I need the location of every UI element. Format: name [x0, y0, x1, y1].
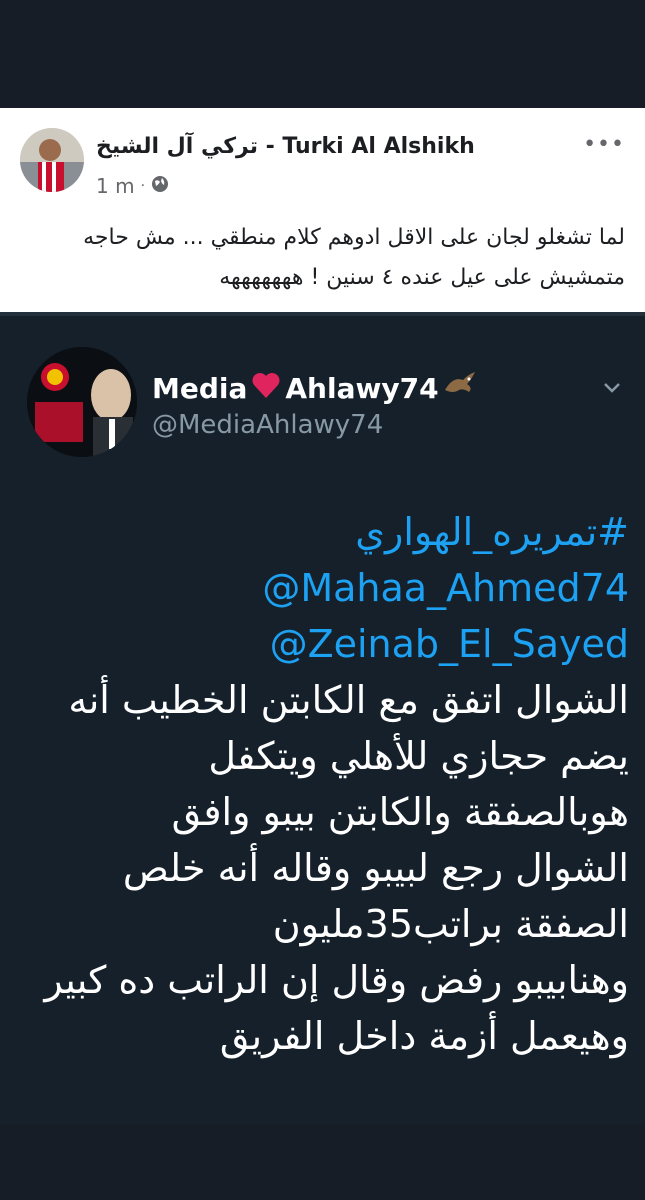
tweet-body-line: الشوال رجع لبيبو وقاله أنه خلص — [122, 846, 629, 890]
author-avatar[interactable] — [20, 128, 84, 192]
tweet-mention[interactable]: @Mahaa_Ahmed74 — [19, 560, 629, 616]
globe-icon — [151, 174, 169, 198]
tweet-mention[interactable]: @Zeinab_El_Sayed — [19, 616, 629, 672]
more-options-icon[interactable]: ••• — [583, 132, 625, 157]
top-dark-bar — [0, 0, 645, 108]
eagle-icon — [443, 370, 477, 407]
tweet-body-line: وهيعمل أزمة داخل الفريق — [219, 1014, 629, 1058]
heart-icon — [251, 371, 281, 406]
tweet-body-line: يضم حجازي للأهلي ويتكفل — [208, 734, 629, 778]
post-time[interactable]: 1 m — [96, 174, 135, 198]
tweet-name-end: Ahlawy74 — [285, 372, 439, 405]
tweet-hashtag[interactable]: #تمريره_الهواري — [19, 504, 629, 560]
tweet-body-line: هوبالصفقة والكابتن بيبو وافق — [171, 790, 629, 834]
tweet-handle: @MediaAhlawy74 — [152, 410, 384, 440]
tweet-body: #تمريره_الهواري @Mahaa_Ahmed74 @Zeinab_E… — [19, 504, 629, 1064]
post-text: لما تشغلو لجان على الاقل ادوهم كلام منطق… — [25, 218, 625, 298]
post-meta: 1 m · — [96, 174, 169, 198]
chevron-down-icon[interactable] — [599, 374, 625, 400]
tweet-name-start: Media — [152, 372, 248, 405]
embedded-tweet-image[interactable]: Media Ahlawy74 @MediaAhlawy74 #تمريره_ال… — [0, 312, 645, 1124]
facebook-post-card: تركي آل الشيخ - Turki Al Alshikh 1 m · •… — [0, 108, 645, 312]
post-text-line: لما تشغلو لجان على الاقل ادوهم كلام منطق… — [83, 225, 625, 250]
tweet-body-line: الشوال اتفق مع الكابتن الخطيب أنه — [68, 678, 629, 722]
author-name[interactable]: تركي آل الشيخ - Turki Al Alshikh — [96, 134, 475, 159]
tweet-display-name: Media Ahlawy74 — [152, 370, 477, 407]
tweet-avatar — [27, 347, 137, 457]
tweet-body-line: الصفقة براتب35مليون — [272, 902, 629, 946]
divider — [0, 312, 645, 316]
meta-separator: · — [140, 178, 146, 194]
post-text-line: متمشيش على عيل عنده ٤ سنين ! هههههههه — [219, 265, 625, 290]
tweet-body-line: وهنابيبو رفض وقال إن الراتب ده كبير — [44, 958, 629, 1002]
bottom-dark-bar — [0, 1124, 645, 1200]
